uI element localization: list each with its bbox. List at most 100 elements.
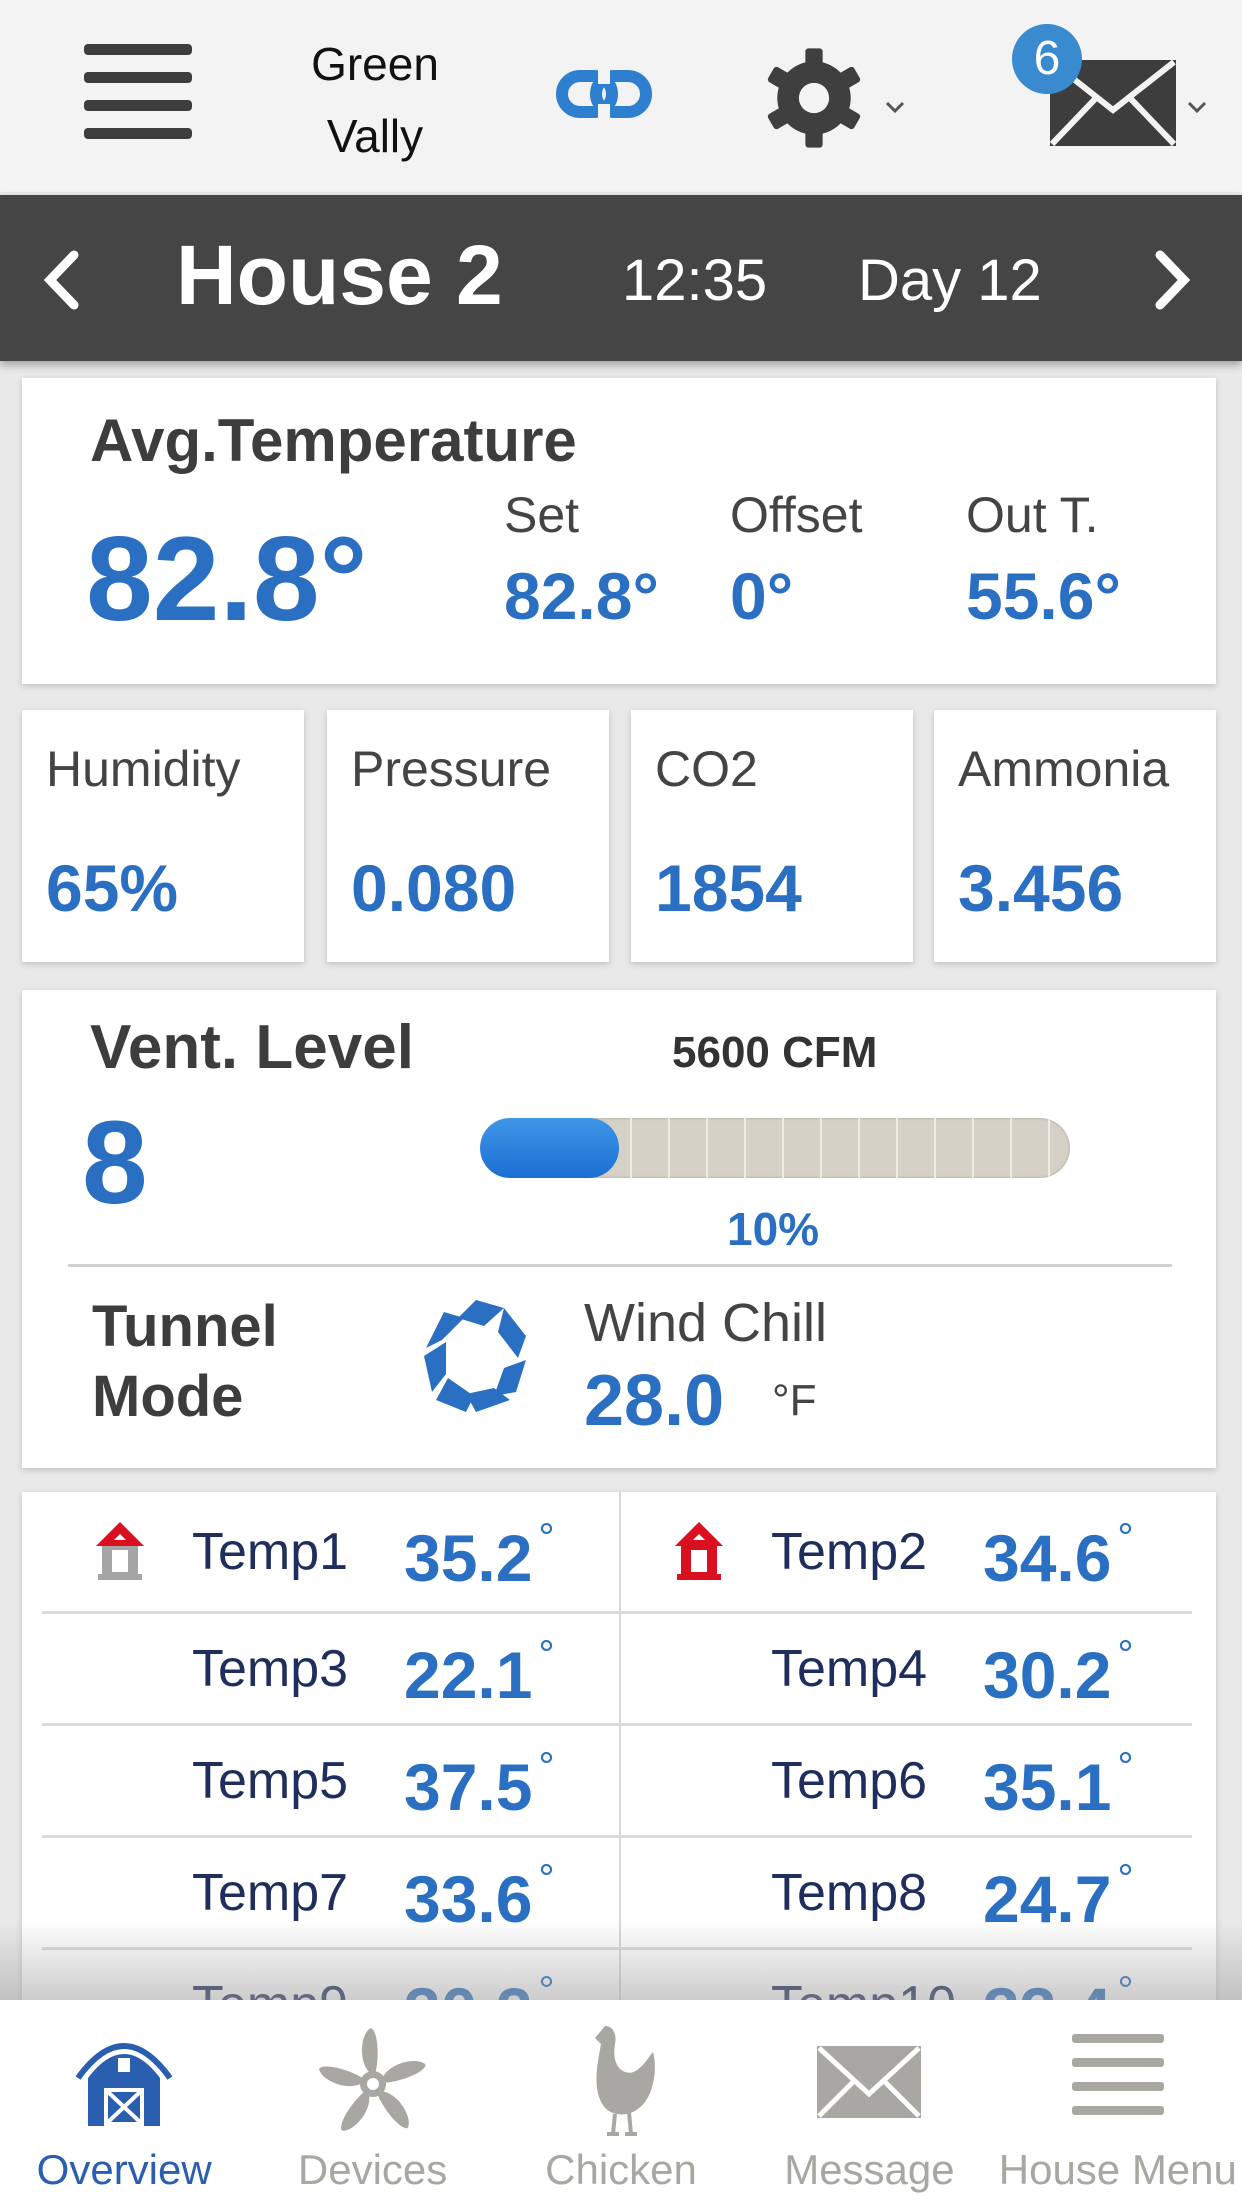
farm-name-line1: Green bbox=[311, 38, 439, 90]
temperature-number: 22.1 bbox=[404, 1637, 533, 1712]
temperature-number: 35.2 bbox=[404, 1520, 533, 1595]
temperature-sensor-item[interactable]: Temp1 35.2 ° bbox=[42, 1492, 617, 1611]
mode-line2: Mode bbox=[92, 1364, 244, 1429]
avg-temperature-title: Avg.Temperature bbox=[90, 407, 577, 474]
house-title: House 2 bbox=[176, 228, 503, 322]
temperature-number: 24.7 bbox=[983, 1861, 1112, 1936]
set-label: Set bbox=[504, 487, 580, 543]
tab-house-menu[interactable]: House Menu bbox=[994, 2000, 1242, 2208]
sensor-temperature: 37.5 ° bbox=[404, 1745, 554, 1825]
degree-symbol: ° bbox=[1117, 1632, 1134, 1677]
sensor-name: Temp7 bbox=[192, 1863, 349, 1922]
degree-symbol: ° bbox=[538, 1515, 555, 1560]
humidity-card[interactable]: Humidity 65% bbox=[22, 710, 304, 962]
temperature-sensor-item[interactable]: Temp2 34.6 ° bbox=[619, 1492, 1194, 1611]
tunnel-aperture-icon bbox=[424, 1300, 526, 1412]
temperature-sensor-grid: Temp1 35.2 ° Temp2 34.6 ° Temp3 22.1 ° Temp4 30.2 °… bbox=[42, 1492, 1192, 2052]
top-bar: Green Vally 6 bbox=[0, 0, 1242, 192]
fan-icon bbox=[318, 2028, 426, 2131]
temperature-number: 37.5 bbox=[404, 1749, 533, 1824]
tab-label: Devices bbox=[297, 2146, 448, 2193]
tab-label: Chicken bbox=[545, 2146, 697, 2193]
mode-line1: Tunnel bbox=[92, 1294, 278, 1359]
divider bbox=[68, 1264, 1172, 1267]
outside-temp-label: Out T. bbox=[966, 487, 1099, 543]
offset-label: Offset bbox=[730, 487, 863, 543]
temperature-sensor-item[interactable]: Temp3 22.1 ° bbox=[42, 1614, 617, 1723]
temperature-sensor-item[interactable]: Temp5 37.5 ° bbox=[42, 1726, 617, 1835]
sensor-temperature: 33.6 ° bbox=[404, 1857, 554, 1937]
temperature-number: 30.2 bbox=[983, 1637, 1112, 1712]
pressure-card[interactable]: Pressure 0.080 bbox=[327, 710, 609, 962]
menu-icon bbox=[1071, 2034, 1164, 2115]
co2-card[interactable]: CO2 1854 bbox=[631, 710, 913, 962]
vent-percent: 10% bbox=[727, 1203, 820, 1255]
farm-name[interactable]: Green Vally bbox=[290, 28, 460, 172]
link-icon[interactable] bbox=[556, 62, 652, 126]
sensor-label: Humidity bbox=[46, 741, 241, 797]
tab-chicken[interactable]: Chicken bbox=[497, 2000, 745, 2208]
sensor-name: Temp2 bbox=[771, 1522, 928, 1581]
progress-fill bbox=[480, 1118, 619, 1178]
sensor-value: 1854 bbox=[655, 851, 802, 925]
sensor-temperature: 35.1 ° bbox=[983, 1745, 1133, 1825]
temperature-row: Temp3 22.1 ° Temp4 30.2 ° bbox=[42, 1614, 1192, 1726]
temperature-sensor-item[interactable]: Temp6 35.1 ° bbox=[619, 1726, 1194, 1835]
sensor-name: Temp4 bbox=[771, 1639, 928, 1698]
next-house-arrow-icon[interactable] bbox=[1144, 235, 1204, 325]
sensor-value: 65% bbox=[46, 851, 179, 925]
sensor-name: Temp1 bbox=[192, 1522, 349, 1581]
sensor-name: Temp6 bbox=[771, 1751, 928, 1810]
house-red-icon bbox=[675, 1522, 723, 1580]
avg-temperature-card[interactable]: Avg.Temperature 82.8° Set 82.8° Offset 0… bbox=[22, 378, 1216, 684]
temperature-sensors-card: Temp1 35.2 ° Temp2 34.6 ° Temp3 22.1 ° Temp4 30.2 °… bbox=[22, 1492, 1216, 2052]
tab-devices[interactable]: Devices bbox=[248, 2000, 496, 2208]
sensor-temperature: 34.6 ° bbox=[983, 1516, 1133, 1596]
sensor-label: CO2 bbox=[655, 741, 758, 797]
vent-level-value: 8 bbox=[82, 1097, 148, 1229]
notification-badge: 6 bbox=[1012, 24, 1082, 94]
previous-house-arrow-icon[interactable] bbox=[30, 235, 90, 325]
house-day: Day 12 bbox=[858, 248, 1042, 313]
sensor-label: Pressure bbox=[351, 741, 552, 797]
gear-icon bbox=[767, 48, 861, 148]
ventilation-mode: Tunnel Mode bbox=[92, 1292, 278, 1432]
sensor-temperature: 22.1 ° bbox=[404, 1633, 554, 1713]
ventilation-card[interactable]: Vent. Level 8 5600 CFM 10% Tunnel Mode W… bbox=[22, 990, 1216, 1468]
outside-temp-value: 55.6° bbox=[966, 559, 1121, 633]
sensor-value: 0.080 bbox=[351, 851, 517, 925]
temperature-number: 33.6 bbox=[404, 1861, 533, 1936]
house-selector-bar: House 2 12:35 Day 12 bbox=[0, 195, 1242, 361]
temperature-number: 35.1 bbox=[983, 1749, 1112, 1824]
temperature-row: Temp1 35.2 ° Temp2 34.6 ° bbox=[42, 1492, 1192, 1614]
temperature-row: Temp5 37.5 ° Temp6 35.1 ° bbox=[42, 1726, 1192, 1838]
chevron-down-icon bbox=[885, 101, 905, 114]
chevron-down-icon bbox=[1187, 101, 1207, 114]
tab-message[interactable]: Message bbox=[745, 2000, 993, 2208]
sensor-name: Temp3 bbox=[192, 1639, 349, 1698]
temperature-number: 34.6 bbox=[983, 1520, 1112, 1595]
degree-symbol: ° bbox=[1117, 1515, 1134, 1560]
offset-value: 0° bbox=[730, 559, 794, 633]
temperature-sensor-item[interactable]: Temp4 30.2 ° bbox=[619, 1614, 1194, 1723]
tab-label: Message bbox=[784, 2146, 955, 2193]
hamburger-menu-icon[interactable] bbox=[84, 44, 194, 140]
tab-overview[interactable]: Overview bbox=[0, 2000, 248, 2208]
bottom-tab-bar: Overview Devices Chicken Message House M… bbox=[0, 2000, 1242, 2208]
temperature-sensor-item[interactable]: Temp7 33.6 ° bbox=[42, 1838, 617, 1947]
avg-temperature-value: 82.8° bbox=[86, 512, 368, 646]
temperature-row: Temp7 33.6 ° Temp8 24.7 ° bbox=[42, 1838, 1192, 1950]
degree-symbol: ° bbox=[1117, 1856, 1134, 1901]
vent-level-title: Vent. Level bbox=[90, 1013, 414, 1082]
house-gray-red-icon bbox=[96, 1522, 144, 1580]
tab-label: House Menu bbox=[998, 2146, 1237, 2193]
degree-symbol: ° bbox=[1117, 1744, 1134, 1789]
degree-symbol: ° bbox=[538, 1744, 555, 1789]
temperature-sensor-item[interactable]: Temp8 24.7 ° bbox=[619, 1838, 1194, 1947]
barn-icon bbox=[75, 2043, 173, 2126]
tab-label: Overview bbox=[36, 2146, 212, 2193]
ammonia-card[interactable]: Ammonia 3.456 bbox=[934, 710, 1216, 962]
degree-symbol: ° bbox=[538, 1632, 555, 1677]
sensor-value: 3.456 bbox=[958, 851, 1124, 925]
wind-chill-label: Wind Chill bbox=[584, 1293, 828, 1353]
